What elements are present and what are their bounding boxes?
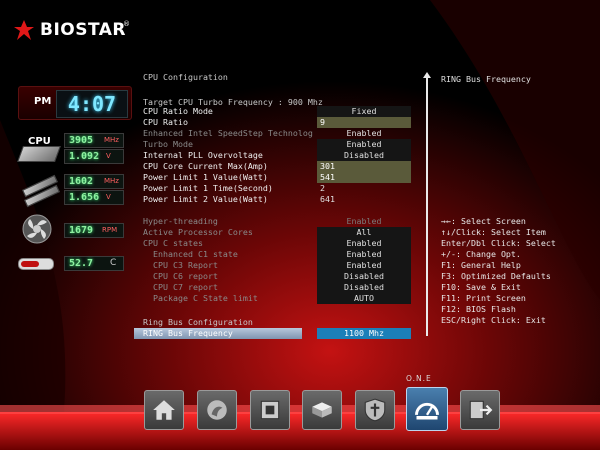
fan-icon — [22, 214, 52, 244]
cpu-voltage-unit: V — [106, 152, 111, 160]
setting-input[interactable]: 641 — [317, 194, 411, 205]
clock-ampm: PM — [34, 96, 52, 107]
setting-turbo-mode[interactable]: Turbo Mode Enabled — [143, 139, 413, 150]
temperature-unit: C — [110, 258, 117, 268]
memory-frequency-unit: MHz — [104, 177, 119, 185]
thermometer-icon — [18, 258, 54, 270]
setting-pll-overvoltage[interactable]: Internal PLL Overvoltage Disabled — [143, 150, 413, 161]
help-line: F10: Save & Exit — [441, 282, 521, 292]
setting-label: Power Limit 1 Value(Watt) — [143, 172, 268, 182]
ring-bus-section-title: Ring Bus Configuration — [143, 317, 253, 327]
chip-icon — [260, 400, 280, 420]
shield-icon — [364, 398, 386, 422]
cpu-voltage: 1.092 — [64, 149, 124, 164]
help-line: F11: Print Screen — [441, 293, 526, 303]
setting-label: Power Limit 2 Value(Watt) — [143, 194, 268, 204]
setting-cpu-ratio[interactable]: CPU Ratio 9 — [143, 117, 413, 128]
setting-value[interactable]: Disabled — [317, 271, 411, 282]
help-line: F12: BIOS Flash — [441, 304, 516, 314]
setting-label: Hyper-threading — [143, 216, 218, 226]
help-title: RING Bus Frequency — [441, 74, 531, 84]
brand-name: BIOSTAR — [40, 20, 127, 40]
cpu-chip-icon — [17, 146, 61, 162]
setting-label: Package C State limit — [153, 293, 258, 303]
setting-cpu-c-states[interactable]: CPU C states Enabled — [143, 238, 413, 249]
help-scrollbar[interactable] — [426, 78, 428, 336]
trademark: ® — [123, 20, 130, 28]
setting-label: CPU Core Current Max(Amp) — [143, 161, 268, 171]
setting-c6-report[interactable]: CPU C6 report Disabled — [143, 271, 413, 282]
speedometer-icon — [415, 402, 439, 420]
setting-package-c-state[interactable]: Package C State limit AUTO — [143, 293, 413, 304]
setting-speedstep[interactable]: Enhanced Intel SpeedStep Technolog Enabl… — [143, 128, 413, 139]
biostar-star-icon — [14, 20, 34, 40]
cpu-frequency-unit: MHz — [104, 136, 119, 144]
setting-label: Active Processor Cores — [143, 227, 253, 237]
dock-advanced-button[interactable] — [250, 390, 290, 430]
setting-input[interactable]: 9 — [317, 117, 411, 128]
help-line: ESC/Right Click: Exit — [441, 315, 546, 325]
setting-label: Turbo Mode — [143, 139, 193, 149]
setting-value[interactable]: Enabled — [317, 128, 411, 139]
dock-active-label: O.N.E — [406, 374, 432, 383]
biostar-logo: BIOSTAR — [14, 18, 126, 42]
fan-speed-unit: RPM — [102, 226, 118, 234]
dock-chipset-button[interactable] — [302, 390, 342, 430]
setting-label: Power Limit 1 Time(Second) — [143, 183, 273, 193]
setting-label: Enhanced Intel SpeedStep Technolog — [143, 128, 313, 138]
setting-value[interactable]: Fixed — [317, 106, 411, 117]
setting-power-limit-1-time[interactable]: Power Limit 1 Time(Second) 2 — [143, 183, 413, 194]
setting-label: CPU C states — [143, 238, 203, 248]
setting-power-limit-1-value[interactable]: Power Limit 1 Value(Watt) 541 — [143, 172, 413, 183]
help-line: F1: General Help — [441, 260, 521, 270]
setting-value[interactable]: Disabled — [317, 282, 411, 293]
setting-cpu-ratio-mode[interactable]: CPU Ratio Mode Fixed — [143, 106, 413, 117]
setting-label: CPU C3 Report — [153, 260, 218, 270]
tweaker-icon — [207, 400, 227, 420]
setting-active-cores[interactable]: Active Processor Cores All — [143, 227, 413, 238]
memory-voltage: 1.656 — [64, 190, 124, 205]
setting-label: CPU C6 report — [153, 271, 218, 281]
ring-bus-frequency-value[interactable]: 1100 Mhz — [317, 328, 411, 339]
setting-label: Internal PLL Overvoltage — [143, 150, 263, 160]
setting-label: CPU C7 report — [153, 282, 218, 292]
clock-display: 4:07 — [56, 90, 128, 118]
dock-boot-button[interactable] — [355, 390, 395, 430]
setting-value[interactable]: Enabled — [317, 216, 411, 227]
setting-value[interactable]: Disabled — [317, 150, 411, 161]
setting-value[interactable]: Enabled — [317, 238, 411, 249]
setting-value[interactable]: Enabled — [317, 260, 411, 271]
dock-tweaker-button[interactable] — [197, 390, 237, 430]
drive-icon — [312, 402, 332, 418]
exit-icon — [469, 400, 493, 420]
dock-home-button[interactable] — [144, 390, 184, 430]
setting-input[interactable]: 2 — [317, 183, 411, 194]
section-title: CPU Configuration — [143, 72, 228, 82]
ring-bus-frequency-label[interactable]: RING Bus Frequency — [143, 328, 233, 338]
setting-c7-report[interactable]: CPU C7 report Disabled — [143, 282, 413, 293]
setting-power-limit-2-value[interactable]: Power Limit 2 Value(Watt) 641 — [143, 194, 413, 205]
help-line: ↑↓/Click: Select Item — [441, 227, 546, 237]
setting-value[interactable]: AUTO — [317, 293, 411, 304]
dock-one-button[interactable] — [406, 387, 448, 431]
memory-voltage-unit: V — [106, 193, 111, 201]
setting-value[interactable]: Enabled — [317, 249, 411, 260]
setting-value[interactable]: All — [317, 227, 411, 238]
dock-save-exit-button[interactable] — [460, 390, 500, 430]
setting-input[interactable]: 541 — [317, 172, 411, 183]
help-line: →←: Select Screen — [441, 216, 526, 226]
setting-value[interactable]: Enabled — [317, 139, 411, 150]
help-line: Enter/Dbl Click: Select — [441, 238, 556, 248]
setting-hyper-threading[interactable]: Hyper-threading Enabled — [143, 216, 413, 227]
home-icon — [153, 400, 175, 420]
help-line: F3: Optimized Defaults — [441, 271, 551, 281]
setting-label: Enhanced C1 state — [153, 249, 238, 259]
setting-core-current-max[interactable]: CPU Core Current Max(Amp) 301 — [143, 161, 413, 172]
help-line: +/-: Change Opt. — [441, 249, 521, 259]
setting-c3-report[interactable]: CPU C3 Report Enabled — [143, 260, 413, 271]
setting-label: CPU Ratio Mode — [143, 106, 213, 116]
setting-label: CPU Ratio — [143, 117, 188, 127]
setting-enhanced-c1[interactable]: Enhanced C1 state Enabled — [143, 249, 413, 260]
setting-input[interactable]: 301 — [317, 161, 411, 172]
